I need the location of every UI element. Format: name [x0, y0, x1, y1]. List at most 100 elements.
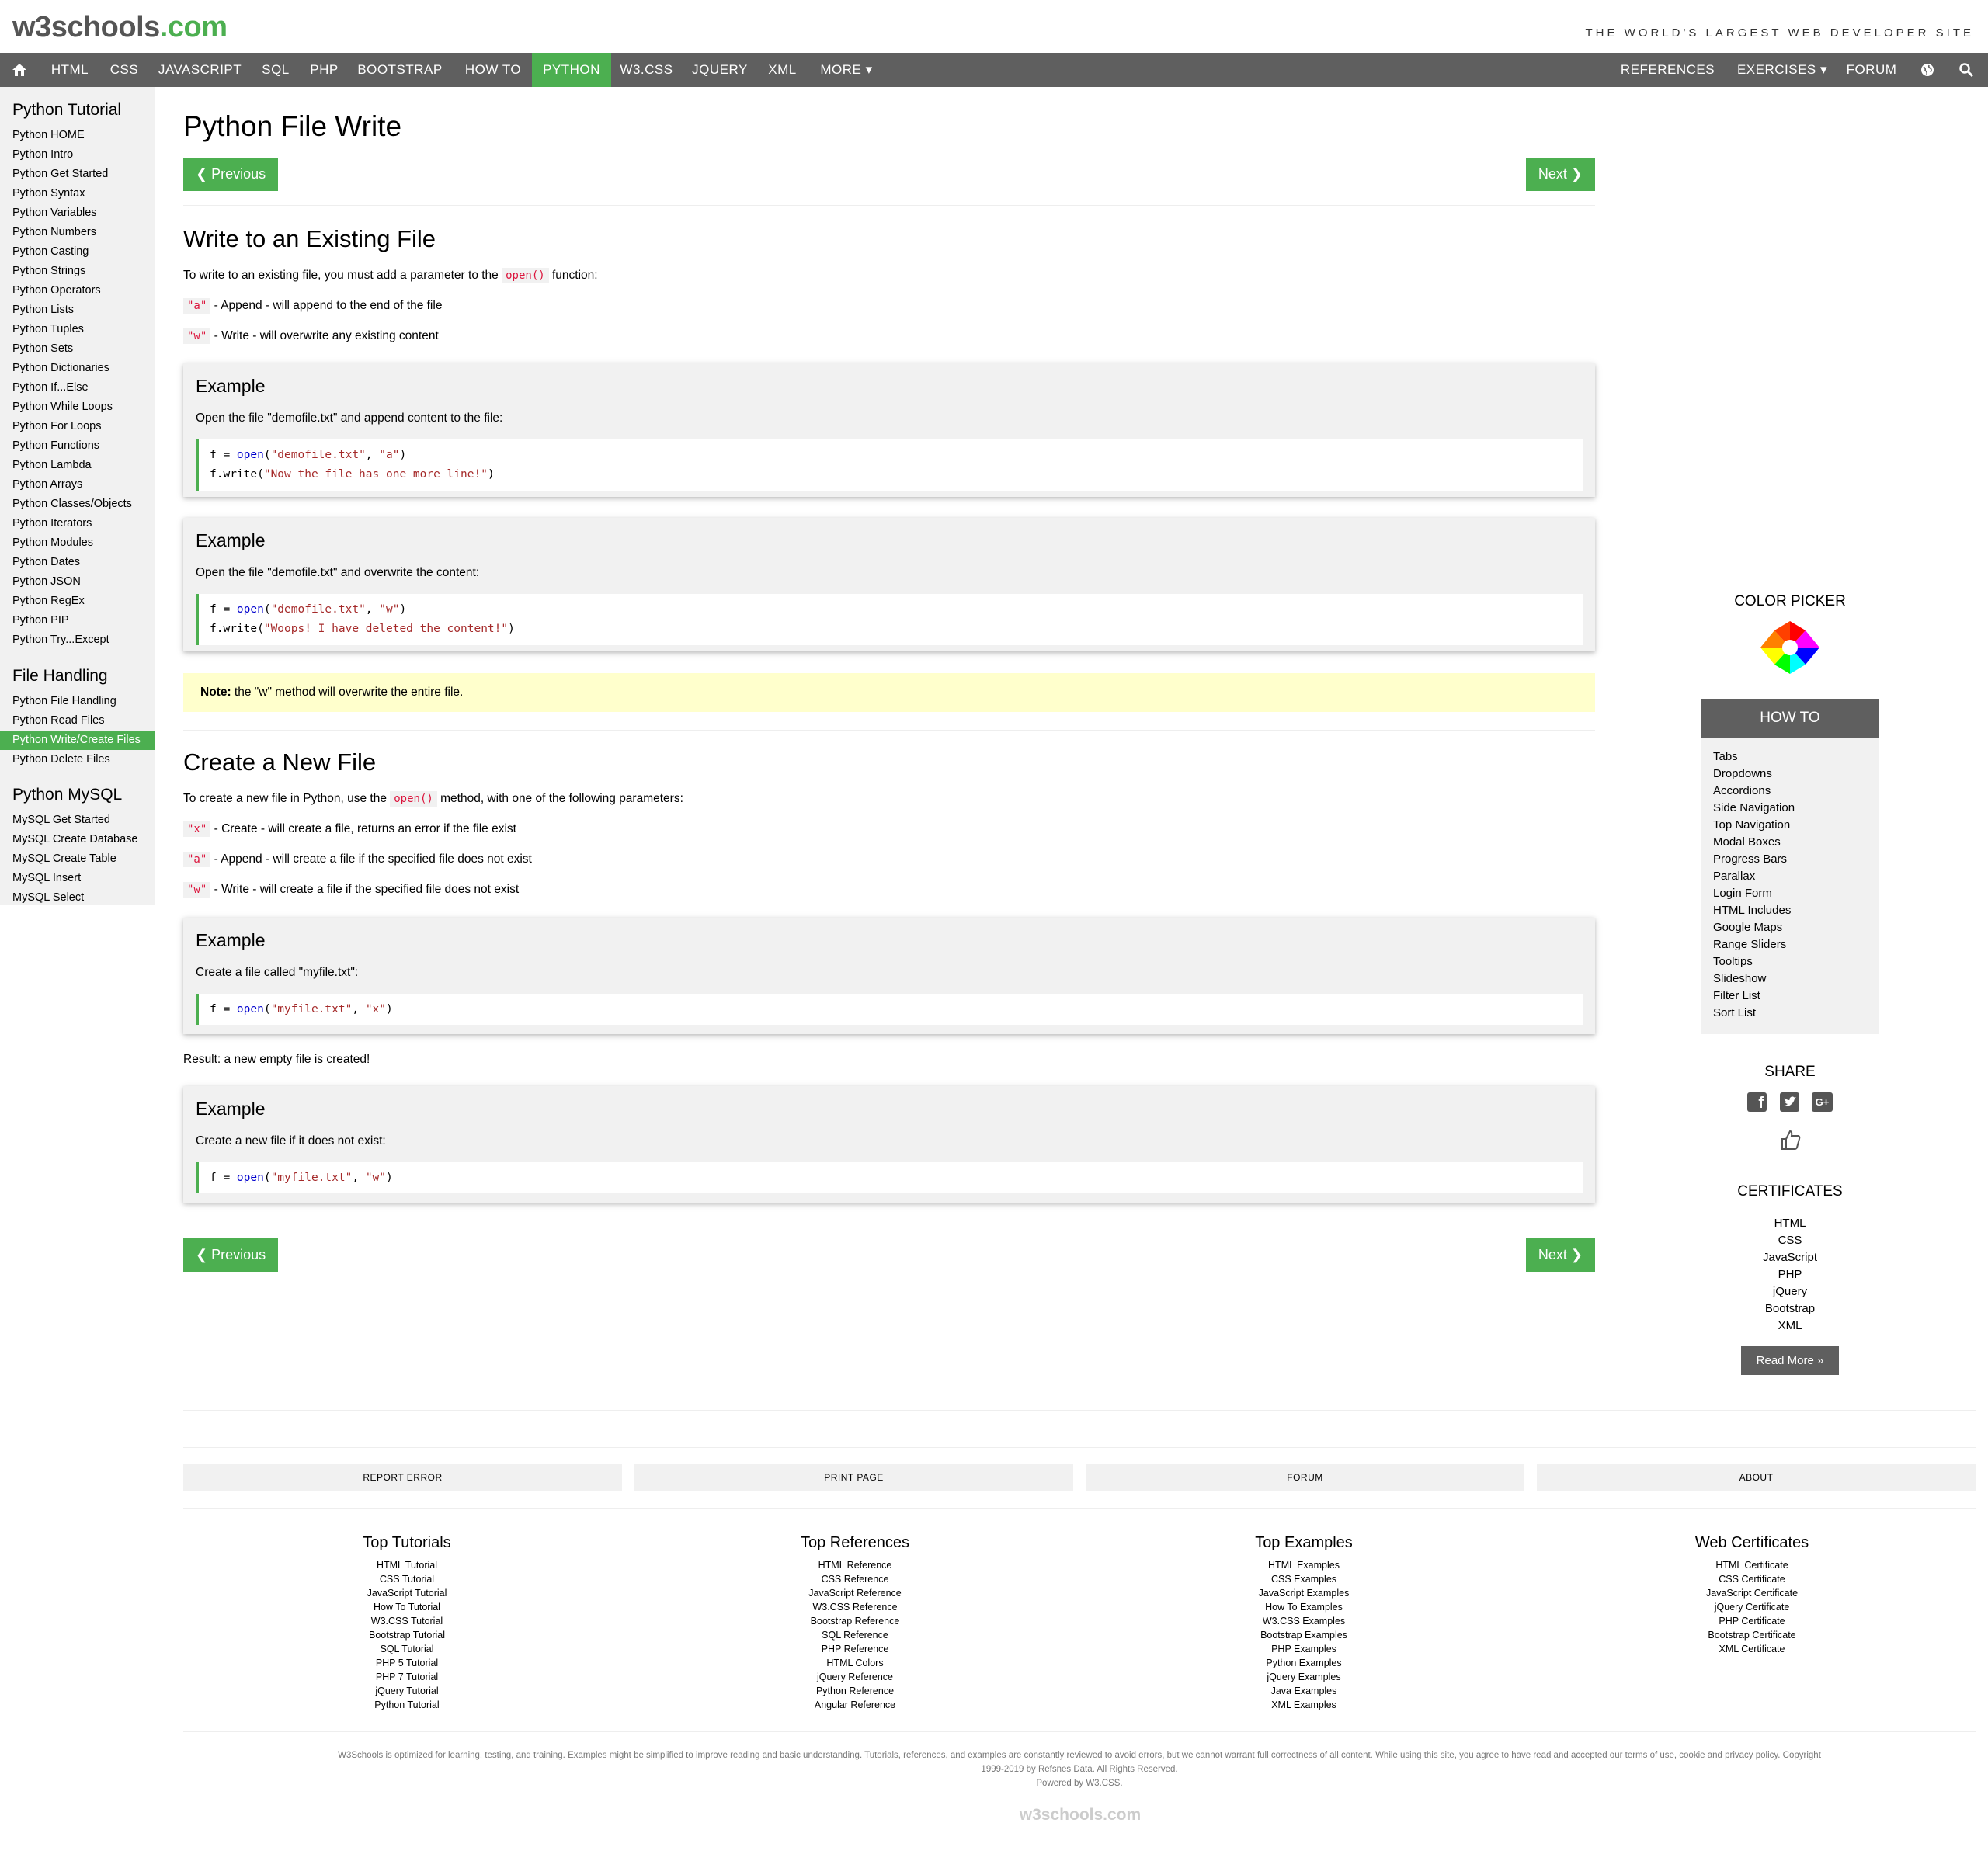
sidebar-item[interactable]: Python Strings [0, 262, 155, 281]
sidebar-item[interactable]: Python Read Files [0, 711, 155, 731]
sidebar-item[interactable]: Python Lists [0, 300, 155, 320]
footer-link[interactable]: Bootstrap Reference [739, 1614, 971, 1628]
howto-link[interactable]: Modal Boxes [1713, 834, 1795, 851]
footer-link[interactable]: How To Tutorial [290, 1600, 523, 1614]
footer-link[interactable]: JavaScript Reference [739, 1586, 971, 1600]
sidebar-item[interactable]: MySQL Get Started [0, 811, 155, 830]
sidebar-item[interactable]: Python Intro [0, 145, 155, 165]
previous-button[interactable]: ❮ Previous [183, 1238, 279, 1272]
howto-link[interactable]: Parallax [1713, 868, 1795, 885]
nav-forum[interactable]: FORUM [1840, 53, 1903, 87]
howto-link[interactable]: Top Navigation [1713, 817, 1795, 834]
sidebar-item[interactable]: Python Dates [0, 553, 155, 572]
footer-link[interactable]: HTML Reference [739, 1558, 971, 1572]
howto-link[interactable]: Side Navigation [1713, 800, 1795, 817]
nav-javascript[interactable]: JAVASCRIPT [151, 53, 248, 87]
footer-link[interactable]: CSS Tutorial [290, 1572, 523, 1586]
sidebar-item[interactable]: Python RegEx [0, 592, 155, 611]
howto-link[interactable]: Login Form [1713, 885, 1795, 902]
sidebar-item[interactable]: Python Syntax [0, 184, 155, 203]
footer-link[interactable]: CSS Examples [1187, 1572, 1420, 1586]
footer-link[interactable]: PHP 5 Tutorial [290, 1656, 523, 1670]
sidebar-item[interactable]: Python For Loops [0, 417, 155, 436]
sidebar-item[interactable]: Python Dictionaries [0, 359, 155, 378]
sidebar-item[interactable]: Python If...Else [0, 378, 155, 398]
about-button[interactable]: ABOUT [1537, 1464, 1976, 1491]
sidebar-item[interactable]: Python Lambda [0, 456, 155, 475]
nav-more[interactable]: MORE ▾ [812, 53, 881, 87]
sidebar-item[interactable]: Python Write/Create Files [0, 731, 155, 750]
twitter-icon[interactable] [1780, 1092, 1799, 1112]
footer-link[interactable]: SQL Tutorial [290, 1642, 523, 1656]
certificate-link[interactable]: PHP [1701, 1266, 1879, 1283]
sidebar-item[interactable]: Python File Handling [0, 692, 155, 711]
sidebar-item[interactable]: Python Variables [0, 203, 155, 223]
sidebar-item[interactable]: MySQL Create Database [0, 830, 155, 849]
howto-link[interactable]: Range Sliders [1713, 936, 1795, 953]
nav-exercises[interactable]: EXERCISES ▾ [1732, 53, 1833, 87]
footer-link[interactable]: W3.CSS Reference [739, 1600, 971, 1614]
home-icon[interactable] [0, 53, 39, 87]
footer-link[interactable]: How To Examples [1187, 1600, 1420, 1614]
footer-link[interactable]: jQuery Certificate [1635, 1600, 1868, 1614]
globe-icon[interactable] [1912, 53, 1943, 87]
certificate-link[interactable]: Bootstrap [1701, 1300, 1879, 1318]
sidebar-item[interactable]: Python Get Started [0, 165, 155, 184]
certificate-link[interactable]: jQuery [1701, 1283, 1879, 1300]
footer-link[interactable]: jQuery Reference [739, 1670, 971, 1684]
nav-jquery[interactable]: JQUERY [685, 53, 755, 87]
google-plus-icon[interactable]: G+ [1812, 1092, 1833, 1112]
nav-references[interactable]: REFERENCES ▾ [1615, 53, 1720, 111]
nav-w3css[interactable]: W3.CSS [613, 53, 679, 87]
footer-logo[interactable]: w3schools.com [1018, 1806, 1142, 1825]
like-icon[interactable] [1780, 1129, 1802, 1151]
footer-link[interactable]: HTML Tutorial [290, 1558, 523, 1572]
footer-link[interactable]: JavaScript Examples [1187, 1586, 1420, 1600]
footer-link[interactable]: PHP Certificate [1635, 1614, 1868, 1628]
howto-link[interactable]: Slideshow [1713, 970, 1795, 988]
certificate-link[interactable]: CSS [1701, 1232, 1879, 1249]
footer-link[interactable]: W3.CSS Tutorial [290, 1614, 523, 1628]
footer-link[interactable]: CSS Certificate [1635, 1572, 1868, 1586]
nav-howto[interactable]: HOW TO [454, 53, 532, 87]
footer-link[interactable]: JavaScript Tutorial [290, 1586, 523, 1600]
howto-link[interactable]: Accordions [1713, 783, 1795, 800]
footer-link[interactable]: Java Examples [1187, 1684, 1420, 1698]
sidebar-item[interactable]: Python Casting [0, 242, 155, 262]
nav-html[interactable]: HTML [43, 53, 97, 87]
footer-link[interactable]: Python Examples [1187, 1656, 1420, 1670]
footer-link[interactable]: Bootstrap Certificate [1635, 1628, 1868, 1642]
nav-css[interactable]: CSS [101, 53, 148, 87]
sidebar-item[interactable]: Python Tuples [0, 320, 155, 339]
footer-link[interactable]: HTML Examples [1187, 1558, 1420, 1572]
facebook-icon[interactable]: f [1747, 1092, 1767, 1112]
footer-link[interactable]: W3.CSS Examples [1187, 1614, 1420, 1628]
footer-link[interactable]: Angular Reference [739, 1698, 971, 1712]
sidebar-item[interactable]: Python JSON [0, 572, 155, 592]
sidebar-item[interactable]: Python Arrays [0, 475, 155, 495]
sidebar-item[interactable]: Python Functions [0, 436, 155, 456]
color-picker-icon[interactable] [1759, 620, 1821, 675]
howto-link[interactable]: Tabs [1713, 748, 1795, 766]
footer-link[interactable]: CSS Reference [739, 1572, 971, 1586]
footer-link[interactable]: Python Tutorial [290, 1698, 523, 1712]
certificate-link[interactable]: JavaScript [1701, 1249, 1879, 1266]
howto-link[interactable]: Tooltips [1713, 953, 1795, 970]
sidebar-item[interactable]: Python PIP [0, 611, 155, 630]
sidebar-item[interactable]: MySQL Select [0, 888, 155, 905]
next-button[interactable]: Next ❯ [1525, 1238, 1595, 1272]
footer-link[interactable]: Python Reference [739, 1684, 971, 1698]
nav-bootstrap[interactable]: BOOTSTRAP [353, 53, 447, 87]
footer-link[interactable]: SQL Reference [739, 1628, 971, 1642]
footer-link[interactable]: XML Certificate [1635, 1642, 1868, 1656]
footer-link[interactable]: Bootstrap Tutorial [290, 1628, 523, 1642]
footer-link[interactable]: jQuery Tutorial [290, 1684, 523, 1698]
nav-sql[interactable]: SQL [252, 53, 299, 87]
footer-link[interactable]: HTML Colors [739, 1656, 971, 1670]
nav-php[interactable]: PHP [303, 53, 346, 87]
footer-link[interactable]: JavaScript Certificate [1635, 1586, 1868, 1600]
nav-xml[interactable]: XML [761, 53, 804, 87]
sidebar-item[interactable]: Python Iterators [0, 514, 155, 533]
sidebar-item[interactable]: Python Numbers [0, 223, 155, 242]
footer-link[interactable]: XML Examples [1187, 1698, 1420, 1712]
